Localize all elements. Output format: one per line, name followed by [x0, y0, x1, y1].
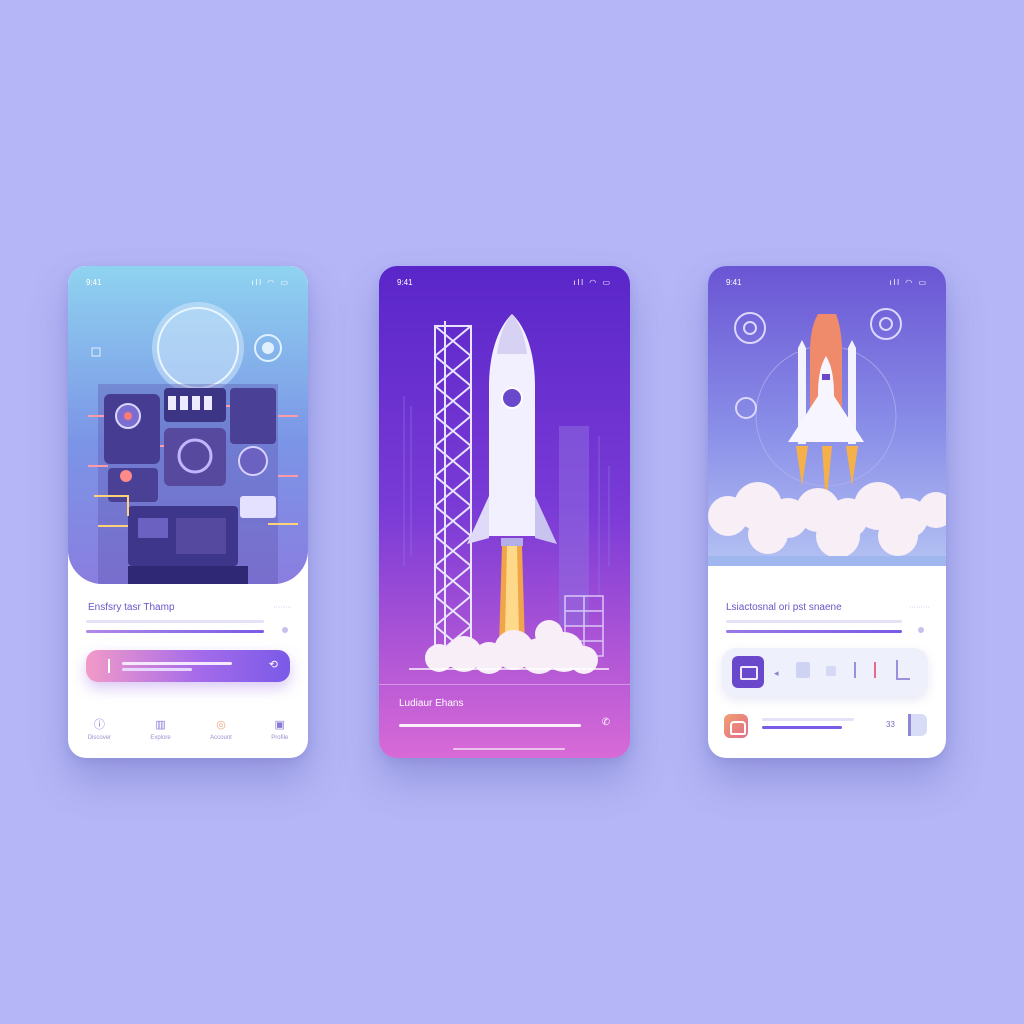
status-bar: 9:41 ıll ◠ ▭	[379, 278, 630, 290]
phone-icon[interactable]: ✆	[602, 717, 610, 728]
info-icon: ⓘ	[93, 718, 105, 731]
status-time: 9:41	[397, 278, 413, 287]
app-title: Ensfsry tasr Thamp	[88, 602, 175, 613]
phone-screen-rocket-launch: 9:41 ıll ◠ ▭ Ludiaur Ehans ✆	[379, 266, 630, 758]
handle-icon	[108, 659, 118, 673]
progress-bar	[86, 630, 264, 633]
media-controls-card: ◂	[722, 648, 928, 696]
primary-action-button[interactable]: ⟲	[86, 650, 290, 682]
status-time: 9:41	[726, 278, 742, 287]
marker-icon[interactable]	[874, 662, 884, 678]
slider-handle[interactable]	[918, 627, 924, 633]
machine-hero-illustration	[68, 266, 308, 584]
count-badge: 33	[886, 720, 895, 729]
bookmark-icon[interactable]	[908, 714, 927, 736]
status-time: 9:41	[86, 278, 102, 287]
nav-label: Account	[210, 734, 232, 741]
status-icons: ıll ◠ ▭	[251, 278, 290, 287]
progress-track	[86, 620, 264, 623]
small-label: ········	[273, 604, 292, 611]
phone-screen-machine: 9:41 ıll ◠ ▭ Ensfsry tasr Thamp ········…	[68, 266, 308, 758]
app-title: Ludiaur Ehans	[399, 698, 464, 709]
button-line	[122, 662, 232, 665]
button-line	[122, 668, 192, 671]
chart-icon[interactable]	[896, 660, 910, 680]
home-indicator	[453, 748, 565, 750]
phone-screen-shuttle: 9:41 ıll ◠ ▭ Lsiactosnal ori pst snaene …	[708, 266, 946, 758]
small-label: ·········	[909, 604, 930, 611]
share-icon: ⟲	[268, 659, 278, 671]
folder-icon: ▣	[274, 718, 285, 731]
nav-label: Discover	[87, 734, 112, 741]
status-icons: ıll ◠ ▭	[889, 278, 928, 287]
camera-icon	[730, 721, 746, 735]
nav-label: Profile	[271, 734, 289, 741]
text-line	[762, 726, 842, 729]
bottom-nav: ⓘ Discover ▥ Explore ◎ Account ▣ Profile	[68, 702, 308, 758]
progress-track	[726, 620, 902, 623]
divider	[379, 684, 630, 685]
machine-illustration-svg	[88, 302, 298, 584]
status-bar: 9:41 ıll ◠ ▭	[68, 278, 308, 290]
nav-item-discover[interactable]: ⓘ Discover	[87, 718, 112, 741]
book-icon: ▥	[155, 718, 166, 731]
pause-icon[interactable]	[854, 662, 864, 678]
compass-icon: ◎	[216, 718, 226, 731]
image-icon	[740, 666, 758, 680]
progress-bar	[399, 724, 581, 727]
shuttle-hero-illustration	[708, 266, 946, 566]
grid-icon[interactable]	[826, 666, 836, 676]
text-line	[762, 718, 854, 721]
slider-handle[interactable]	[282, 627, 288, 633]
app-title: Lsiactosnal ori pst snaene	[726, 602, 842, 613]
status-bar: 9:41 ıll ◠ ▭	[708, 278, 946, 290]
rocket-launch-illustration	[403, 314, 610, 674]
app-icon[interactable]	[724, 714, 748, 738]
nav-item-account[interactable]: ◎ Account	[210, 718, 232, 741]
progress-bar	[726, 630, 902, 633]
nav-item-explore[interactable]: ▥ Explore	[150, 718, 171, 741]
shuttle-illustration-svg	[708, 308, 946, 566]
card-icon[interactable]	[796, 662, 810, 678]
rewind-icon[interactable]: ◂	[774, 668, 779, 679]
thumbnail-button[interactable]	[732, 656, 764, 688]
nav-item-profile[interactable]: ▣ Profile	[271, 718, 289, 741]
nav-label: Explore	[150, 734, 171, 741]
status-icons: ıll ◠ ▭	[573, 278, 612, 287]
